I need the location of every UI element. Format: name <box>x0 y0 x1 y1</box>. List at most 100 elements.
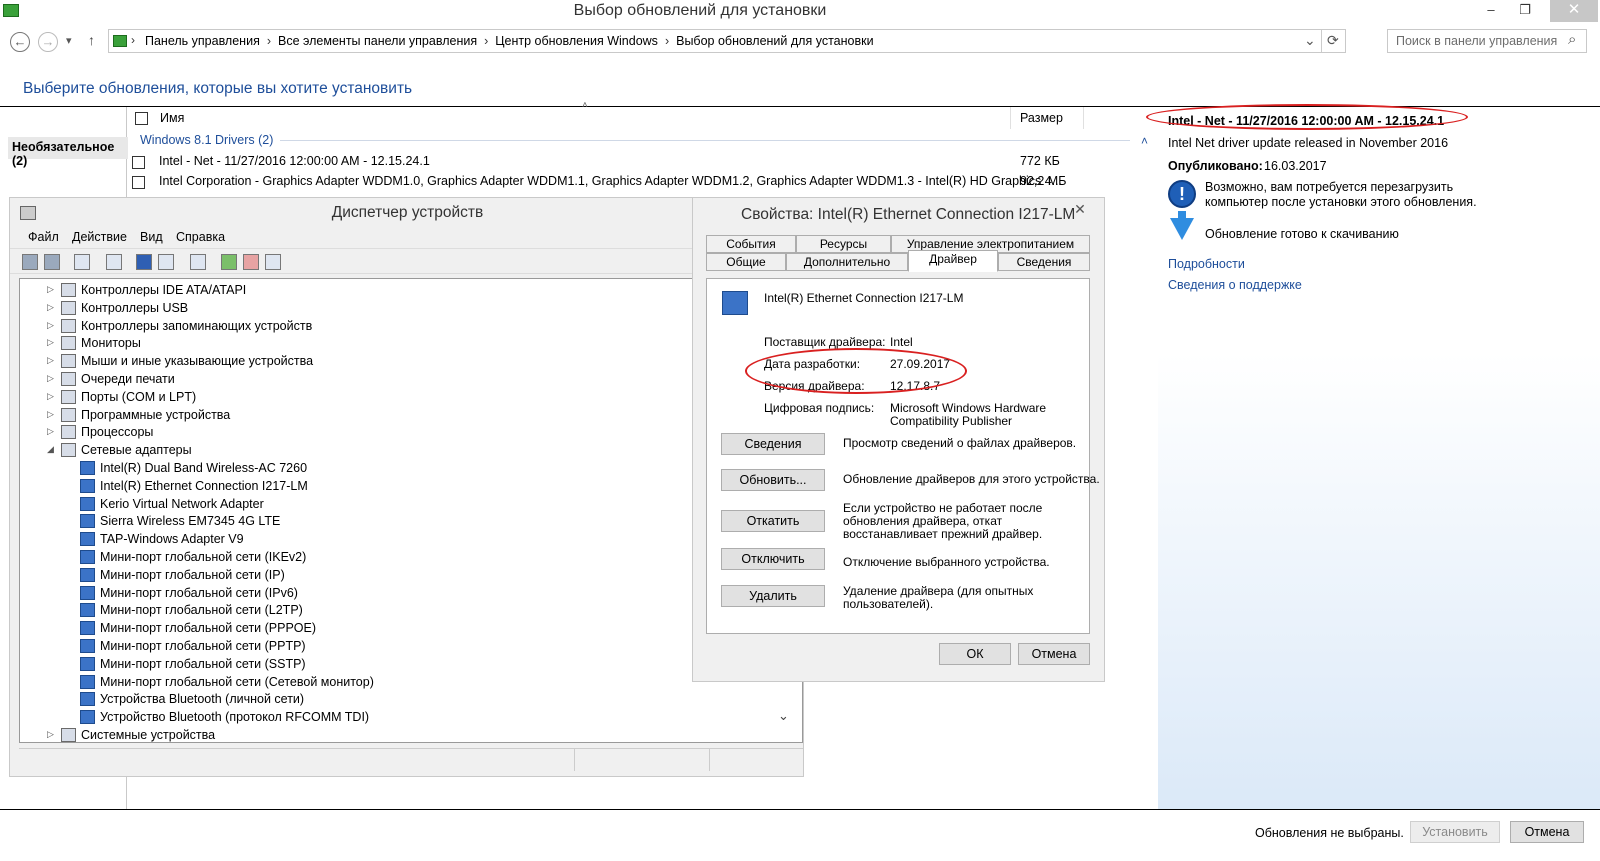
breadcrumb-control-panel[interactable]: Панель управления <box>145 34 260 48</box>
tree-item[interactable]: Мини-порт глобальной сети (L2TP) <box>20 602 760 620</box>
device-category-icon <box>61 318 76 333</box>
menu-file[interactable]: Файл <box>28 230 59 244</box>
device-tree[interactable]: ▷ Контроллеры IDE ATA/ATAPI ▷ Контроллеры U… <box>19 278 803 743</box>
tree-item[interactable]: Мини-порт глобальной сети (PPTP) <box>20 638 760 656</box>
address-bar[interactable]: › Панель управления › Все элементы панели … <box>108 29 1346 53</box>
expand-arrow-icon[interactable]: ▷ <box>47 391 54 402</box>
help-icon[interactable] <box>136 254 152 270</box>
tree-item[interactable]: ▷ Программные устройства <box>20 407 760 425</box>
tree-item[interactable]: ▷ Порты (COM и LPT) <box>20 389 760 407</box>
uninstall-icon[interactable] <box>243 254 259 270</box>
tree-item-label: Мониторы <box>81 336 141 351</box>
expand-arrow-icon[interactable]: ▷ <box>47 320 54 331</box>
tree-item[interactable]: ▷ Процессоры <box>20 424 760 442</box>
tab-details[interactable]: Сведения <box>998 253 1090 271</box>
expand-arrow-icon[interactable]: ▷ <box>47 284 54 295</box>
tree-item[interactable]: Мини-порт глобальной сети (IP) <box>20 567 760 585</box>
tab-advanced[interactable]: Дополнительно <box>786 253 908 271</box>
tree-item[interactable]: ▷ Мониторы <box>20 335 760 353</box>
collapse-group-icon[interactable]: ˄ <box>1141 134 1148 148</box>
tree-item[interactable]: Устройство Bluetooth (протокол RFCOMM TD… <box>20 709 760 727</box>
refresh-icon[interactable]: ⟳ <box>1327 32 1339 49</box>
forward-button[interactable]: → <box>38 32 58 52</box>
select-all-checkbox[interactable] <box>135 112 148 125</box>
search-icon[interactable]: ⌕ <box>1568 31 1576 48</box>
tree-item[interactable]: Мини-порт глобальной сети (Сетевой монит… <box>20 674 760 692</box>
update-checkbox[interactable] <box>132 176 145 189</box>
uninstall-driver-button[interactable]: Удалить <box>721 585 825 607</box>
tree-item[interactable]: Intel(R) Dual Band Wireless-AC 7260 <box>20 460 760 478</box>
update-name[interactable]: Intel Corporation - Graphics Adapter WDD… <box>159 174 1062 188</box>
tab-resources[interactable]: Ресурсы <box>796 235 891 253</box>
cancel-button[interactable]: Отмена <box>1510 821 1584 843</box>
tab-events[interactable]: События <box>706 235 796 253</box>
tab-driver[interactable]: Драйвер <box>908 250 998 272</box>
more-info-link[interactable]: Подробности <box>1168 257 1245 271</box>
tree-item[interactable]: ▷ Контроллеры запоминающих устройств <box>20 318 760 336</box>
tree-item[interactable]: ▷ Системные устройства <box>20 727 760 742</box>
menu-view[interactable]: Вид <box>140 230 163 244</box>
back-arrow-icon[interactable] <box>22 254 38 270</box>
tree-item[interactable]: Kerio Virtual Network Adapter <box>20 496 760 514</box>
category-optional[interactable]: Необязательное (2) <box>8 137 128 168</box>
breadcrumb-all-items[interactable]: Все элементы панели управления <box>278 34 477 48</box>
tree-item[interactable]: ▷ Очереди печати <box>20 371 760 389</box>
column-header-name[interactable]: Имя <box>160 111 184 125</box>
tree-item[interactable]: TAP-Windows Adapter V9 <box>20 531 760 549</box>
recent-pages-dropdown[interactable]: ▾ <box>66 34 72 47</box>
restore-button[interactable]: ❐ <box>1510 0 1540 22</box>
tab-general[interactable]: Общие <box>706 253 786 271</box>
document-icon[interactable] <box>106 254 122 270</box>
expand-arrow-icon[interactable]: ▷ <box>47 337 54 348</box>
update-driver-button[interactable]: Обновить... <box>721 469 825 491</box>
close-button[interactable]: ✕ <box>1550 0 1598 22</box>
scroll-down-icon[interactable]: ⌄ <box>778 708 789 724</box>
tree-item[interactable]: Sierra Wireless EM7345 4G LTE <box>20 513 760 531</box>
expand-arrow-icon[interactable]: ▷ <box>47 355 54 366</box>
update-name[interactable]: Intel - Net - 11/27/2016 12:00:00 AM - 1… <box>159 154 430 168</box>
expand-arrow-icon[interactable]: ▷ <box>47 373 54 384</box>
tree-item[interactable]: ▷ Контроллеры USB <box>20 300 760 318</box>
tree-item[interactable]: Intel(R) Ethernet Connection I217-LM <box>20 478 760 496</box>
install-button[interactable]: Установить <box>1410 821 1500 843</box>
update-checkbox[interactable] <box>132 156 145 169</box>
column-header-size[interactable]: Размер <box>1020 111 1063 125</box>
properties-sheet-icon[interactable] <box>74 254 90 270</box>
address-dropdown-icon[interactable]: ⌄ <box>1304 32 1316 49</box>
expand-arrow-icon[interactable]: ▷ <box>47 302 54 313</box>
dialog-close-button[interactable]: ✕ <box>1063 201 1097 219</box>
tree-item[interactable]: Устройства Bluetooth (личной сети) <box>20 691 760 709</box>
menu-action[interactable]: Действие <box>72 230 127 244</box>
tree-item[interactable]: Мини-порт глобальной сети (PPPOE) <box>20 620 760 638</box>
dialog-cancel-button[interactable]: Отмена <box>1018 643 1090 665</box>
tree-item[interactable]: Мини-порт глобальной сети (SSTP) <box>20 656 760 674</box>
rollback-driver-button[interactable]: Откатить <box>721 510 825 532</box>
expand-arrow-icon[interactable]: ▷ <box>47 426 54 437</box>
expand-arrow-icon[interactable]: ▷ <box>47 729 54 740</box>
up-button[interactable]: ↑ <box>88 32 95 48</box>
expand-arrow-icon[interactable]: ◢ <box>47 444 54 455</box>
menu-help[interactable]: Справка <box>176 230 225 244</box>
disable-device-button[interactable]: Отключить <box>721 548 825 570</box>
tree-item[interactable]: ▷ Мыши и иные указывающие устройства <box>20 353 760 371</box>
tree-item[interactable]: ◢ Сетевые адаптеры <box>20 442 760 460</box>
update-driver-icon[interactable] <box>221 254 237 270</box>
forward-arrow-icon[interactable] <box>44 254 60 270</box>
search-input[interactable]: Поиск в панели управления ⌕ <box>1387 29 1587 53</box>
enable-device-icon[interactable] <box>265 254 281 270</box>
back-button[interactable]: ← <box>10 32 30 52</box>
expand-arrow-icon[interactable]: ▷ <box>47 409 54 420</box>
tree-item[interactable]: ▷ Контроллеры IDE ATA/ATAPI <box>20 282 760 300</box>
ok-button[interactable]: ОК <box>939 643 1011 665</box>
uninstall-driver-desc: Удаление драйвера (для опытных <box>843 584 1034 598</box>
scan-hardware-icon[interactable] <box>190 254 206 270</box>
breadcrumb-windows-update[interactable]: Центр обновления Windows <box>495 34 658 48</box>
view-icon[interactable] <box>158 254 174 270</box>
minimize-button[interactable]: – <box>1476 0 1506 22</box>
tree-item[interactable]: Мини-порт глобальной сети (IKEv2) <box>20 549 760 567</box>
support-info-link[interactable]: Сведения о поддержке <box>1168 278 1302 292</box>
group-header-drivers[interactable]: Windows 8.1 Drivers (2) <box>140 133 273 147</box>
tree-item[interactable]: Мини-порт глобальной сети (IPv6) <box>20 585 760 603</box>
driver-details-button[interactable]: Сведения <box>721 433 825 455</box>
breadcrumb-select-updates[interactable]: Выбор обновлений для установки <box>676 34 873 48</box>
